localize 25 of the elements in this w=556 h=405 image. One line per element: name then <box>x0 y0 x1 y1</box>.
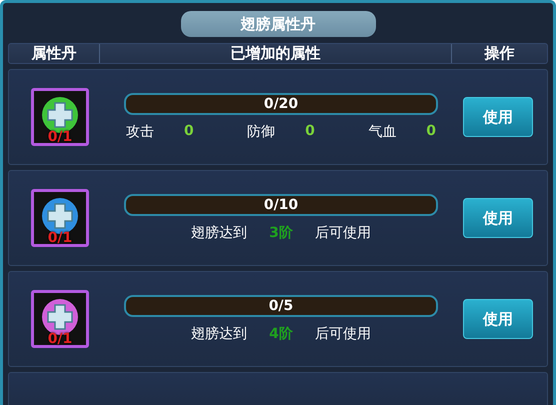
stat-value: 0 <box>184 123 194 141</box>
progress-text: 0/10 <box>264 197 298 213</box>
progress-text: 0/20 <box>264 96 298 112</box>
stat-value: 0 <box>305 123 315 141</box>
item-count: 0/1 <box>46 129 74 145</box>
column-header: 已增加的属性 <box>99 44 452 63</box>
requirement-text: 翅膀达到 <box>191 224 248 242</box>
stat-label: 攻击 <box>126 123 154 141</box>
requirement-text: 后可使用 <box>314 224 371 242</box>
progress-text: 0/5 <box>268 298 294 314</box>
use-button[interactable]: 使用 <box>463 97 533 137</box>
item-count: 0/1 <box>46 230 74 246</box>
requirement-text: 后可使用 <box>314 325 371 343</box>
tier-label: 4阶 <box>269 325 293 343</box>
use-button[interactable]: 使用 <box>463 299 533 339</box>
column-header: 操作 <box>483 44 516 63</box>
item-count: 0/1 <box>46 331 74 347</box>
stat-value: 0 <box>426 123 436 141</box>
stat-label: 防御 <box>247 123 276 141</box>
tier-label: 3阶 <box>269 224 293 242</box>
requirement-text: 翅膀达到 <box>191 325 248 343</box>
dialog-title: 翅膀属性丹 <box>180 11 376 37</box>
use-button[interactable]: 使用 <box>463 198 533 238</box>
stat-label: 气血 <box>368 123 396 141</box>
column-header: 属性丹 <box>30 44 78 63</box>
